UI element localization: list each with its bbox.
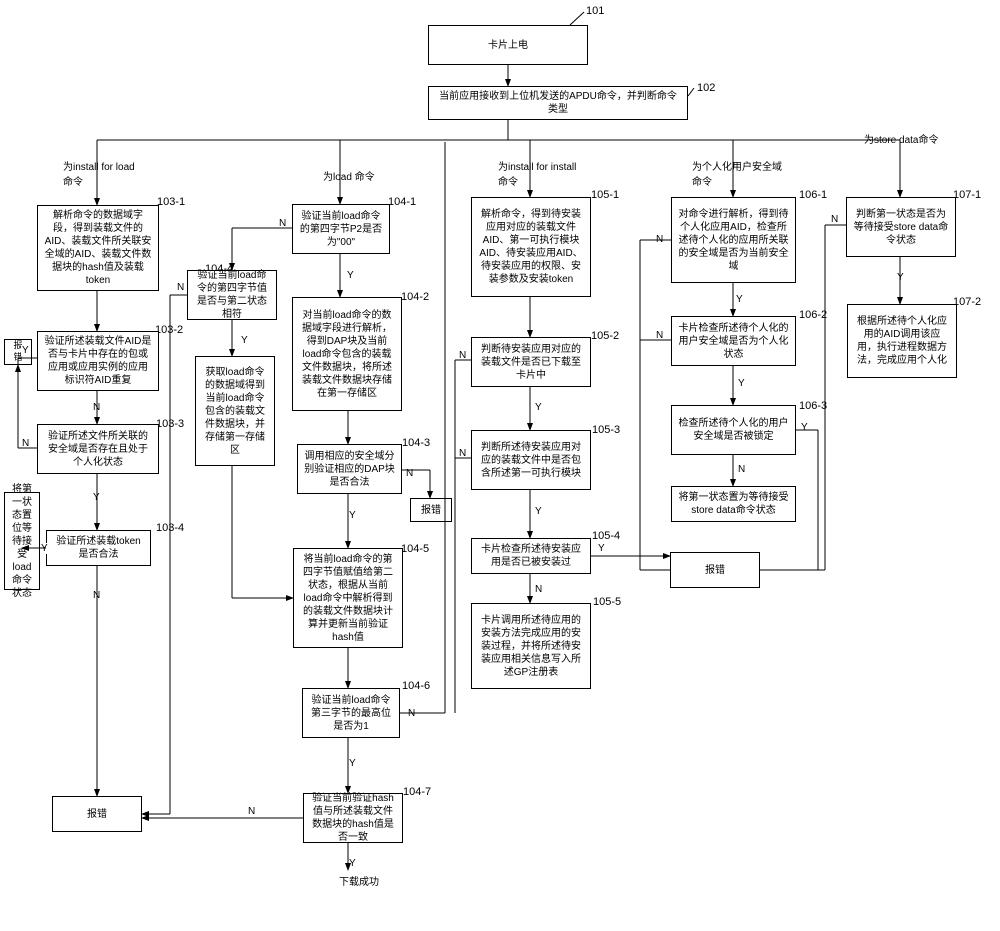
node-set-state-load: 将第一状态置位等待接受load命令状态 [4, 492, 40, 590]
lbl-n1: N [92, 402, 101, 413]
lbl-n14: N [830, 214, 839, 225]
node-103-1: 解析命令的数据域字段，得到装载文件的AID、装载文件所关联安全域的AID、装载文… [37, 205, 159, 291]
ref-104-7: 104-7 [403, 786, 431, 798]
lbl-y4: Y [346, 270, 355, 281]
lbl-n7: N [247, 806, 256, 817]
lbl-n13: N [737, 464, 746, 475]
branch-load: 为load 命令 [323, 168, 375, 183]
lbl-n5: N [405, 468, 414, 479]
lbl-y2: Y [92, 492, 101, 503]
ref-106-2: 106-2 [799, 309, 827, 321]
node-102-judge-cmd: 当前应用接收到上位机发送的APDU命令，并判断命令类型 [428, 86, 688, 120]
ref-103-1: 103-1 [157, 196, 185, 208]
lbl-y14: Y [896, 272, 905, 283]
lbl-n10: N [534, 584, 543, 595]
ref-105-5: 105-5 [593, 596, 621, 608]
node-105-5: 卡片调用所述待应用的安装方法完成应用的安装过程，并将所述待安装应用相关信息写入所… [471, 603, 591, 689]
node-104-6: 验证当前load命令第三字节的最高位是否为1 [302, 688, 400, 738]
lbl-y41: Y [240, 335, 249, 346]
node-104-3: 调用相应的安全域分别验证相应的DAP块是否合法 [297, 444, 402, 494]
node-106-3: 检查所述待个人化的用户安全域是否被锁定 [671, 405, 796, 455]
branch-personalize: 为个人化用户安全域命令 [692, 158, 782, 188]
ref-107-1: 107-1 [953, 189, 981, 201]
ref-105-2: 105-2 [591, 330, 619, 342]
node-104-7: 验证当前验证hash值与所述装载文件数据块的hash值是否一致 [303, 793, 403, 843]
ref-103-2: 103-2 [155, 324, 183, 336]
ref-104-6: 104-6 [402, 680, 430, 692]
lbl-y13: Y [800, 422, 809, 433]
node-105-2: 判断待安装应用对应的装载文件是否已下载至卡片中 [471, 337, 591, 387]
node-103-3: 验证所述文件所关联的安全域是否存在且处于个人化状态 [37, 424, 159, 474]
lbl-n6: N [407, 708, 416, 719]
ref-101: 101 [586, 5, 604, 17]
lbl-y8: Y [534, 402, 543, 413]
ref-104-5: 104-5 [401, 543, 429, 555]
lbl-n9: N [458, 448, 467, 459]
node-107-2: 根据所述待个人化应用的AID调用该应用，执行进程数据方法，完成应用个人化 [847, 304, 957, 378]
ref-106-1: 106-1 [799, 189, 827, 201]
node-106-1: 对命令进行解析，得到待个人化应用AID，检查所述待个人化的应用所关联的安全域是否… [671, 197, 796, 283]
ref-105-3: 105-3 [592, 424, 620, 436]
ref-105-1: 105-1 [591, 189, 619, 201]
download-success: 下载成功 [339, 873, 379, 888]
lbl-n3: N [92, 590, 101, 601]
lbl-y12: Y [737, 378, 746, 389]
node-106-2: 卡片检查所述待个人化的用户安全域是否为个人化状态 [671, 316, 796, 366]
node-set-state-store: 将第一状态置为等待接受store data命令状态 [671, 486, 796, 522]
node-error-install: 报错 [670, 552, 760, 588]
node-105-3: 判断所述待安装应用对应的装载文件中是否包含所述第一可执行模块 [471, 430, 591, 490]
node-error-mid: 报错 [410, 498, 452, 522]
lbl-y10: Y [597, 543, 606, 554]
node-104-4: 验证当前load命令的第四字节值是否与第二状态相符 [187, 270, 277, 320]
branch-install-for-install: 为install for install命令 [498, 158, 578, 188]
node-104-2: 对当前load命令的数据域字段进行解析，得到DAP块及当前load命令包含的装载… [292, 297, 402, 411]
branch-store-data: 为store data命令 [864, 131, 938, 146]
node-101-power-on: 卡片上电 [428, 25, 588, 65]
ref-106-3: 106-3 [799, 400, 827, 412]
node-103-4: 验证所述装载token是否合法 [46, 530, 151, 566]
lbl-y7: Y [348, 858, 357, 869]
node-105-4: 卡片检查所述待安装应用是否已被安装过 [471, 538, 591, 574]
ref-103-4: 103-4 [156, 522, 184, 534]
lbl-y3: Y [40, 543, 49, 554]
lbl-y5: Y [348, 510, 357, 521]
ref-102: 102 [697, 82, 715, 94]
lbl-n11: N [655, 234, 664, 245]
ref-105-4: 105-4 [592, 530, 620, 542]
lbl-y9: Y [534, 506, 543, 517]
branch-install-for-load: 为install for load命令 [63, 158, 143, 188]
lbl-y6: Y [348, 758, 357, 769]
lbl-n4: N [278, 218, 287, 229]
ref-104-1: 104-1 [388, 196, 416, 208]
ref-107-2: 107-2 [953, 296, 981, 308]
lbl-y1: Y [21, 345, 30, 356]
node-error1: 报错 [52, 796, 142, 832]
lbl-n2: N [21, 438, 30, 449]
node-103-2: 验证所述装载文件AID是否与卡片中存在的包或应用或应用实例的应用标识符AID重复 [37, 331, 159, 391]
lbl-n8: N [458, 350, 467, 361]
ref-103-3: 103-3 [156, 418, 184, 430]
lbl-y11: Y [735, 294, 744, 305]
ref-104-3: 104-3 [402, 437, 430, 449]
lbl-n41: N [176, 282, 185, 293]
node-107-1: 判断第一状态是否为等待接受store data命令状态 [846, 197, 956, 257]
node-105-1: 解析命令，得到待安装应用对应的装载文件AID、第一可执行模块AID、待安装应用A… [471, 197, 591, 297]
node-104-5: 将当前load命令的第四字节值赋值给第二状态，根据从当前load命令中解析得到的… [293, 548, 403, 648]
ref-104-2: 104-2 [401, 291, 429, 303]
lbl-n12: N [655, 330, 664, 341]
node-104-1: 验证当前load命令的第四字节P2是否为"00" [292, 204, 390, 254]
node-get-load-data: 获取load命令的数据域得到当前load命令包含的装载文件数据块，并存储第一存储… [195, 356, 275, 466]
